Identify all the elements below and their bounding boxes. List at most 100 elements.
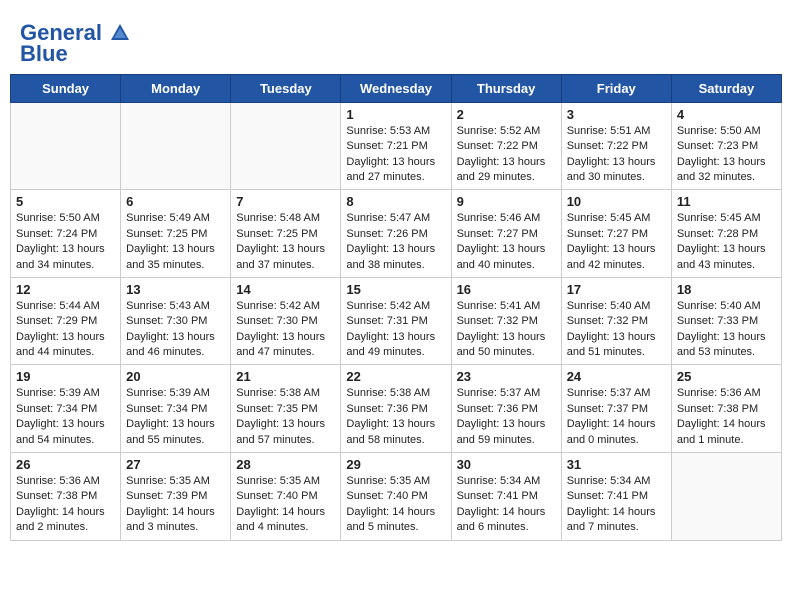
cell-line: Daylight: 13 hours [126, 331, 215, 343]
calendar-cell: 10Sunrise: 5:45 AMSunset: 7:27 PMDayligh… [561, 190, 671, 278]
cell-content: Sunrise: 5:38 AMSunset: 7:36 PMDaylight:… [346, 386, 445, 448]
cell-line: Sunrise: 5:37 AM [567, 387, 651, 399]
calendar-cell: 1Sunrise: 5:53 AMSunset: 7:21 PMDaylight… [341, 102, 451, 190]
cell-content: Sunrise: 5:36 AMSunset: 7:38 PMDaylight:… [16, 474, 115, 536]
cell-line: Daylight: 13 hours [677, 331, 766, 343]
cell-line: Sunrise: 5:39 AM [16, 387, 100, 399]
cell-line: Daylight: 13 hours [677, 156, 766, 168]
cell-content: Sunrise: 5:42 AMSunset: 7:31 PMDaylight:… [346, 299, 445, 361]
cell-line: Daylight: 13 hours [457, 418, 546, 430]
cell-line: Daylight: 13 hours [126, 243, 215, 255]
cell-line: Sunset: 7:35 PM [236, 403, 317, 415]
cell-line: Daylight: 13 hours [457, 243, 546, 255]
day-number: 8 [346, 194, 445, 209]
cell-content: Sunrise: 5:35 AMSunset: 7:39 PMDaylight:… [126, 474, 225, 536]
cell-content: Sunrise: 5:43 AMSunset: 7:30 PMDaylight:… [126, 299, 225, 361]
cell-line: and 49 minutes. [346, 346, 424, 358]
calendar-week-row: 26Sunrise: 5:36 AMSunset: 7:38 PMDayligh… [11, 453, 782, 541]
cell-line: Daylight: 13 hours [16, 418, 105, 430]
day-number: 1 [346, 107, 445, 122]
cell-line: Sunset: 7:40 PM [236, 490, 317, 502]
calendar-cell: 28Sunrise: 5:35 AMSunset: 7:40 PMDayligh… [231, 453, 341, 541]
calendar-cell: 30Sunrise: 5:34 AMSunset: 7:41 PMDayligh… [451, 453, 561, 541]
cell-line: and 53 minutes. [677, 346, 755, 358]
day-number: 18 [677, 282, 776, 297]
cell-content: Sunrise: 5:44 AMSunset: 7:29 PMDaylight:… [16, 299, 115, 361]
cell-line: and 29 minutes. [457, 171, 535, 183]
day-number: 3 [567, 107, 666, 122]
calendar-table: SundayMondayTuesdayWednesdayThursdayFrid… [10, 74, 782, 541]
cell-line: Sunrise: 5:45 AM [567, 212, 651, 224]
cell-line: Sunset: 7:28 PM [677, 228, 758, 240]
cell-line: and 32 minutes. [677, 171, 755, 183]
day-number: 25 [677, 369, 776, 384]
cell-line: Sunrise: 5:48 AM [236, 212, 320, 224]
day-number: 5 [16, 194, 115, 209]
cell-line: Sunrise: 5:45 AM [677, 212, 761, 224]
day-number: 29 [346, 457, 445, 472]
cell-content: Sunrise: 5:40 AMSunset: 7:33 PMDaylight:… [677, 299, 776, 361]
cell-line: Sunset: 7:27 PM [457, 228, 538, 240]
cell-line: Sunrise: 5:35 AM [126, 475, 210, 487]
day-number: 10 [567, 194, 666, 209]
day-of-week-header: Sunday [11, 74, 121, 102]
cell-content: Sunrise: 5:40 AMSunset: 7:32 PMDaylight:… [567, 299, 666, 361]
calendar-cell: 12Sunrise: 5:44 AMSunset: 7:29 PMDayligh… [11, 277, 121, 365]
cell-line: and 2 minutes. [16, 521, 88, 533]
cell-line: Daylight: 14 hours [567, 418, 656, 430]
cell-line: and 46 minutes. [126, 346, 204, 358]
cell-line: and 7 minutes. [567, 521, 639, 533]
cell-line: and 44 minutes. [16, 346, 94, 358]
cell-line: Daylight: 13 hours [346, 243, 435, 255]
cell-line: Sunrise: 5:35 AM [236, 475, 320, 487]
cell-line: Sunset: 7:37 PM [567, 403, 648, 415]
cell-line: and 59 minutes. [457, 434, 535, 446]
cell-line: and 0 minutes. [567, 434, 639, 446]
calendar-cell: 24Sunrise: 5:37 AMSunset: 7:37 PMDayligh… [561, 365, 671, 453]
calendar-cell: 3Sunrise: 5:51 AMSunset: 7:22 PMDaylight… [561, 102, 671, 190]
cell-line: Daylight: 13 hours [16, 331, 105, 343]
cell-line: and 30 minutes. [567, 171, 645, 183]
cell-line: Sunset: 7:21 PM [346, 140, 427, 152]
cell-line: Daylight: 13 hours [16, 243, 105, 255]
cell-line: Sunset: 7:38 PM [16, 490, 97, 502]
calendar-cell: 15 Sunrise: 5:42 AMSunset: 7:31 PMDayligh… [341, 277, 451, 365]
cell-content: Sunrise: 5:50 AMSunset: 7:23 PMDaylight:… [677, 124, 776, 186]
calendar-cell: 20Sunrise: 5:39 AMSunset: 7:34 PMDayligh… [121, 365, 231, 453]
cell-line: Daylight: 13 hours [677, 243, 766, 255]
calendar-cell: 4Sunrise: 5:50 AMSunset: 7:23 PMDaylight… [671, 102, 781, 190]
cell-line: Sunset: 7:41 PM [457, 490, 538, 502]
day-number: 31 [567, 457, 666, 472]
day-number: 20 [126, 369, 225, 384]
calendar-week-row: 12Sunrise: 5:44 AMSunset: 7:29 PMDayligh… [11, 277, 782, 365]
day-number: 15 [346, 282, 445, 297]
cell-content: Sunrise: 5:52 AMSunset: 7:22 PMDaylight:… [457, 124, 556, 186]
cell-line: Sunset: 7:38 PM [677, 403, 758, 415]
calendar-cell: 2Sunrise: 5:52 AMSunset: 7:22 PMDaylight… [451, 102, 561, 190]
cell-line: and 5 minutes. [346, 521, 418, 533]
cell-line: Sunrise: 5:47 AM [346, 212, 430, 224]
cell-content: Sunrise: 5:34 AMSunset: 7:41 PMDaylight:… [457, 474, 556, 536]
cell-line: Daylight: 13 hours [346, 418, 435, 430]
cell-content: Sunrise: 5:45 AM Sunset: 7:28 PM Daylight:… [677, 211, 776, 273]
cell-line: Sunrise: 5:53 AM [346, 125, 430, 137]
cell-line: and 35 minutes. [126, 259, 204, 271]
logo-icon [109, 22, 131, 44]
calendar-cell: 31Sunrise: 5:34 AMSunset: 7:41 PMDayligh… [561, 453, 671, 541]
cell-line: and 38 minutes. [346, 259, 424, 271]
cell-line: Sunset: 7:25 PM [236, 228, 317, 240]
cell-line: and 37 minutes. [236, 259, 314, 271]
calendar-week-row: 5Sunrise: 5:50 AMSunset: 7:24 PMDaylight… [11, 190, 782, 278]
cell-line: Daylight: 14 hours [677, 418, 766, 430]
cell-line: Sunset: 7:36 PM [457, 403, 538, 415]
cell-line: Sunrise: 5:35 AM [346, 475, 430, 487]
cell-content: Sunrise: 5:49 AMSunset: 7:25 PMDaylight:… [126, 211, 225, 273]
cell-line: Sunset: 7:32 PM [457, 315, 538, 327]
cell-line: Sunrise: 5:34 AM [567, 475, 651, 487]
calendar-cell: 5Sunrise: 5:50 AMSunset: 7:24 PMDaylight… [11, 190, 121, 278]
logo-blue: Blue [20, 44, 132, 64]
day-number: 27 [126, 457, 225, 472]
calendar-cell: 27 Sunrise: 5:35 AMSunset: 7:39 PMDayligh… [121, 453, 231, 541]
cell-line: Sunset: 7:36 PM [346, 403, 427, 415]
cell-line: and 50 minutes. [457, 346, 535, 358]
